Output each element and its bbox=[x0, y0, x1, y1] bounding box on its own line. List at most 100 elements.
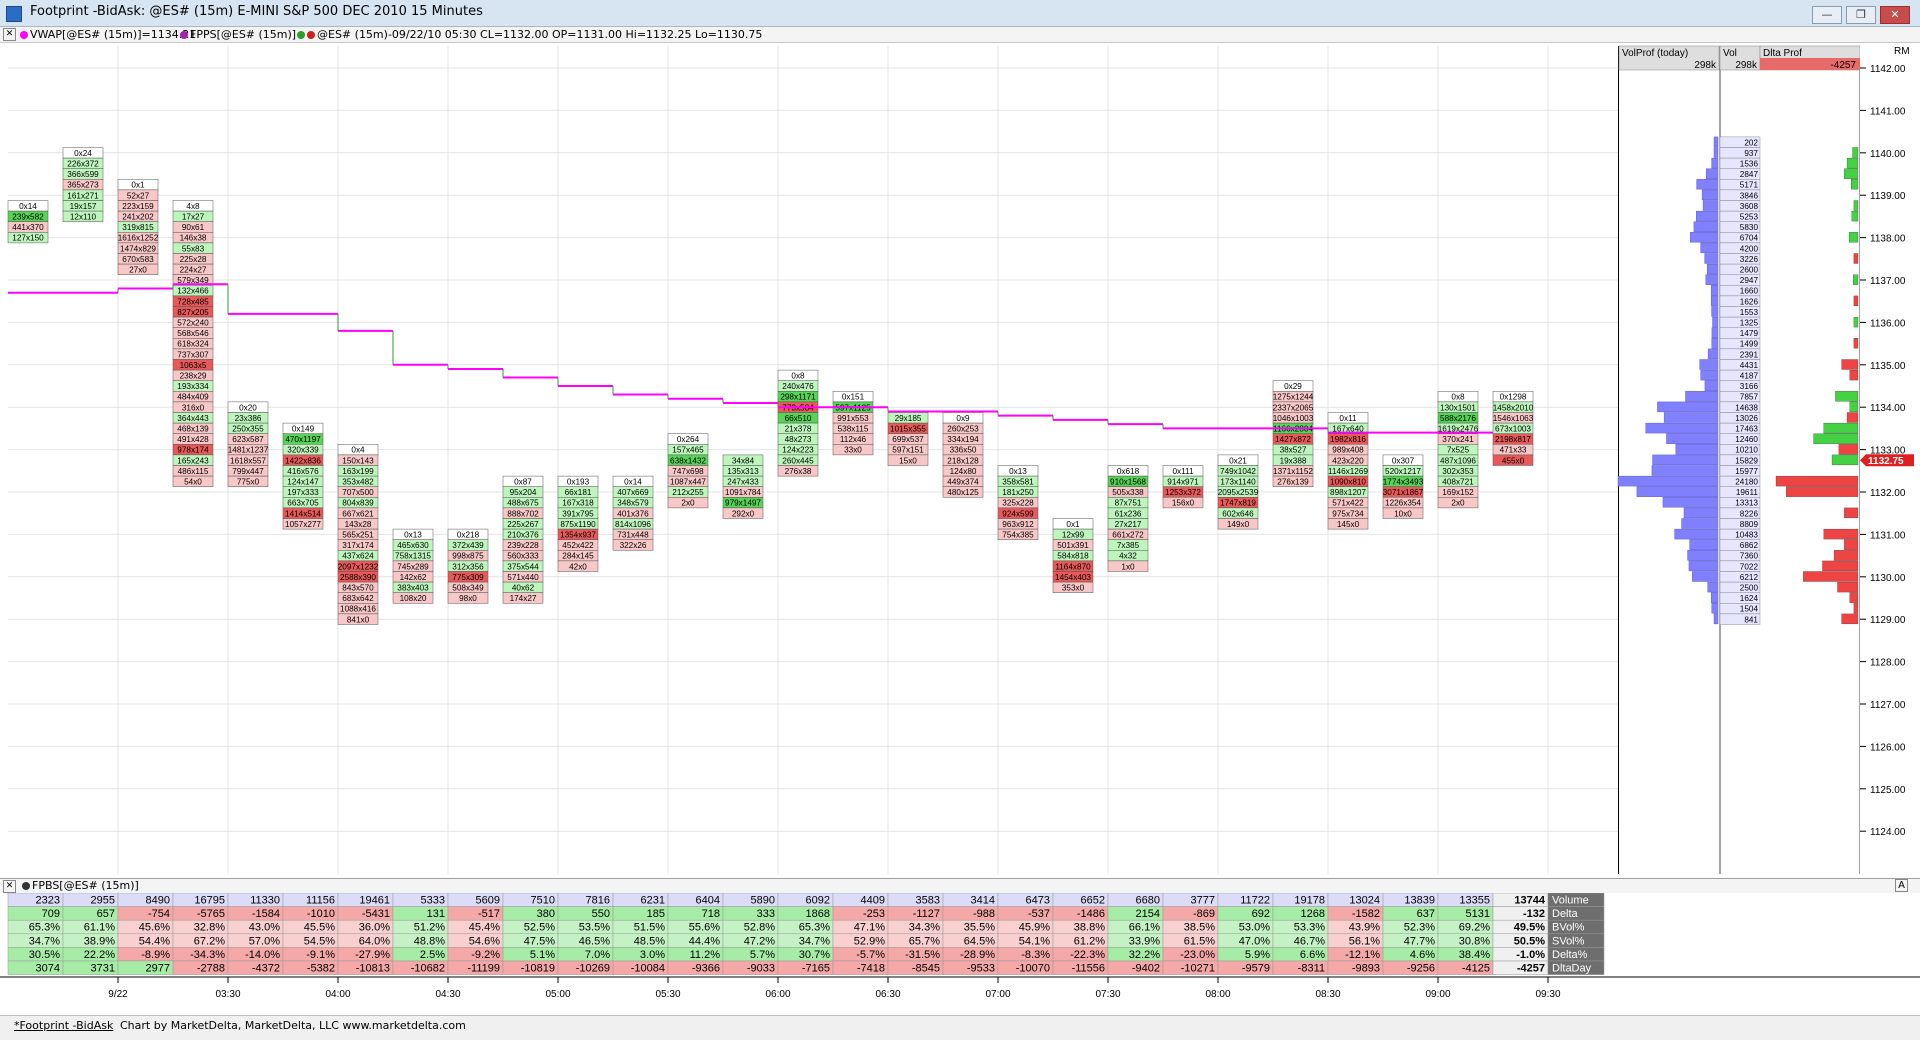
vwap-legend[interactable]: VWAP[@ES# (15m)]=1134.21 bbox=[20, 28, 196, 41]
vol-cell-label: 1325 bbox=[1740, 319, 1759, 328]
close-indicator-icon[interactable]: ✕ bbox=[3, 880, 16, 893]
vol-cell-label: 3846 bbox=[1740, 191, 1759, 200]
close-chart-icon[interactable]: ✕ bbox=[3, 28, 16, 41]
stats-cell-label: 2955 bbox=[91, 895, 115, 907]
delta-profile-bar bbox=[1853, 200, 1859, 211]
vol-cell-label: 10210 bbox=[1735, 446, 1758, 455]
vol-profile-bar bbox=[1713, 613, 1719, 625]
profile-header-label: -4257 bbox=[1830, 60, 1856, 71]
footprint-cell-label: 19x388 bbox=[1280, 456, 1307, 465]
vol-profile-bar bbox=[1707, 263, 1719, 275]
footprint-cell-label: 48x273 bbox=[785, 435, 812, 444]
close-button[interactable]: ✕ bbox=[1880, 6, 1910, 24]
stats-cell-label: -10084 bbox=[631, 963, 665, 975]
time-tick-label: 04:00 bbox=[325, 989, 350, 1000]
indicator-title-text: FPBS[@ES# (15m)] bbox=[32, 879, 139, 892]
footprint-bar: 0x12981458x2010 1546x1063 673x10032198x817… bbox=[1493, 391, 1534, 466]
footprint-cell-label: 754x385 bbox=[1002, 531, 1034, 540]
footprint-cell-label: 572x240 bbox=[177, 319, 209, 328]
delta-profile-bar bbox=[1851, 210, 1859, 222]
footprint-chart[interactable]: 0x14 239x582441x370 127x150 0x24 226x372366x… bbox=[0, 43, 1920, 878]
delta-profile-bar bbox=[1831, 454, 1859, 466]
time-tick-label: 06:30 bbox=[875, 989, 900, 1000]
stats-cell-label: 64.0% bbox=[359, 935, 390, 947]
footprint-cell-label: 1091x784 bbox=[725, 488, 761, 497]
footprint-cell-label: 317x174 bbox=[342, 541, 374, 550]
fpps-dot-icon bbox=[180, 31, 188, 39]
vol-cell-label: 1479 bbox=[1740, 329, 1759, 338]
vol-cell-label: 4187 bbox=[1740, 372, 1759, 381]
minimize-button[interactable]: — bbox=[1812, 6, 1842, 24]
stats-cell-label: -5431 bbox=[362, 908, 390, 920]
footprint-cell-label: 486x115 bbox=[178, 467, 209, 476]
vol-cell-label: 13313 bbox=[1735, 499, 1758, 508]
footprint-cell-label: 218x128 bbox=[947, 456, 979, 465]
footprint-cell-label: 588x2176 bbox=[1440, 414, 1476, 423]
footprint-cell-label: 66x510 bbox=[785, 414, 812, 423]
footprint-cell-label: 7x385 bbox=[1117, 541, 1140, 550]
vol-profile-bar bbox=[1713, 147, 1719, 158]
footprint-cell-label: 0x9 bbox=[956, 414, 970, 423]
price-tick-label: 1124.00 bbox=[1870, 827, 1906, 838]
footprint-cell-label: 1616x1252 bbox=[118, 234, 159, 243]
stats-cell-label: -10819 bbox=[521, 963, 555, 975]
delta-profile-bar bbox=[1846, 412, 1859, 423]
indicator-a-button[interactable]: A bbox=[1895, 879, 1908, 892]
footprint-cell-label: 1371x1152 bbox=[1273, 467, 1313, 476]
stats-cell-label: 11.2% bbox=[690, 949, 721, 961]
fpps-legend[interactable]: FPPS[@ES# (15m)] bbox=[180, 28, 296, 41]
vol-cell-label: 13026 bbox=[1735, 414, 1758, 423]
price-tick-label: 1134.00 bbox=[1870, 403, 1906, 414]
footprint-cell-label: 0x11 bbox=[1339, 414, 1357, 423]
stats-row-label: Volume bbox=[1552, 895, 1589, 907]
delta-profile-bar bbox=[1813, 433, 1859, 444]
stats-cell-label: -253 bbox=[863, 908, 885, 920]
price-tick-label: 1141.00 bbox=[1870, 106, 1906, 117]
stats-cell-label: 51.5% bbox=[634, 922, 665, 934]
footprint-cell-label: 292x0 bbox=[732, 509, 755, 518]
footprint-cell-label: 87x751 bbox=[1115, 499, 1142, 508]
vol-profile-bar bbox=[1662, 497, 1719, 508]
stats-row-label: DltaDay bbox=[1552, 963, 1592, 975]
price-tick-label: 1129.00 bbox=[1870, 615, 1906, 626]
delta-profile-bar bbox=[1846, 157, 1859, 169]
stats-cell-label: -9033 bbox=[747, 963, 775, 975]
restore-button[interactable]: ❐ bbox=[1846, 6, 1876, 24]
vol-cell-label: 1536 bbox=[1740, 160, 1759, 169]
vol-profile-bar bbox=[1700, 242, 1719, 254]
delta-profile-bar bbox=[1853, 274, 1859, 285]
vol-cell-label: 6862 bbox=[1740, 541, 1759, 550]
stats-cell-label: 30.7% bbox=[799, 949, 830, 961]
stats-cell-label: 19461 bbox=[359, 895, 390, 907]
vol-cell-label: 2500 bbox=[1740, 584, 1759, 593]
footprint-cell-label: 975x734 bbox=[1332, 509, 1364, 518]
footprint-cell-label: 366x599 bbox=[67, 170, 99, 179]
footprint-cell-label: 0x264 bbox=[677, 435, 700, 444]
footprint-cell-label: 520x1217 bbox=[1385, 467, 1421, 476]
footprint-bar: 0x111 914x9711253x372 156x0 bbox=[1162, 465, 1204, 509]
delta-profile-bar bbox=[1786, 486, 1859, 497]
stats-cell-label: 56.1% bbox=[1349, 935, 1380, 947]
stats-cell-label: -132 bbox=[1523, 908, 1545, 920]
stats-cell-label: 637 bbox=[1417, 908, 1435, 920]
stats-cell-label: 46.5% bbox=[579, 935, 610, 947]
indicator-title[interactable]: FPBS[@ES# (15m)] bbox=[22, 879, 139, 892]
footprint-tab[interactable]: *Footprint -BidAsk bbox=[14, 1019, 113, 1032]
footprint-cell-label: 0x193 bbox=[567, 478, 590, 487]
footprint-cell-label: 1481x1237 bbox=[228, 446, 269, 455]
footprint-cell-label: 212x255 bbox=[672, 488, 704, 497]
stats-cell-label: -4372 bbox=[252, 963, 280, 975]
footprint-cell-label: 95x204 bbox=[510, 488, 537, 497]
stats-cell-label: -7418 bbox=[857, 963, 885, 975]
vol-cell-label: 15977 bbox=[1735, 467, 1758, 476]
stats-cell-label: 61.1% bbox=[84, 922, 115, 934]
stats-cell-label: 6231 bbox=[641, 895, 665, 907]
footprint-cell-label: 423x220 bbox=[1332, 456, 1364, 465]
footprint-cell-label: 827x205 bbox=[177, 308, 209, 317]
footprint-bar: 0x618 910x1568505x338 87x75161x236 27x217 66… bbox=[1107, 465, 1149, 572]
stats-cell-label: 45.4% bbox=[469, 922, 500, 934]
footprint-cell-label: 38x527 bbox=[1280, 446, 1307, 455]
stats-cell-label: -8.3% bbox=[1021, 949, 1050, 961]
stats-cell-label: -9402 bbox=[1132, 963, 1160, 975]
footprint-cell-label: 42x0 bbox=[569, 562, 587, 571]
